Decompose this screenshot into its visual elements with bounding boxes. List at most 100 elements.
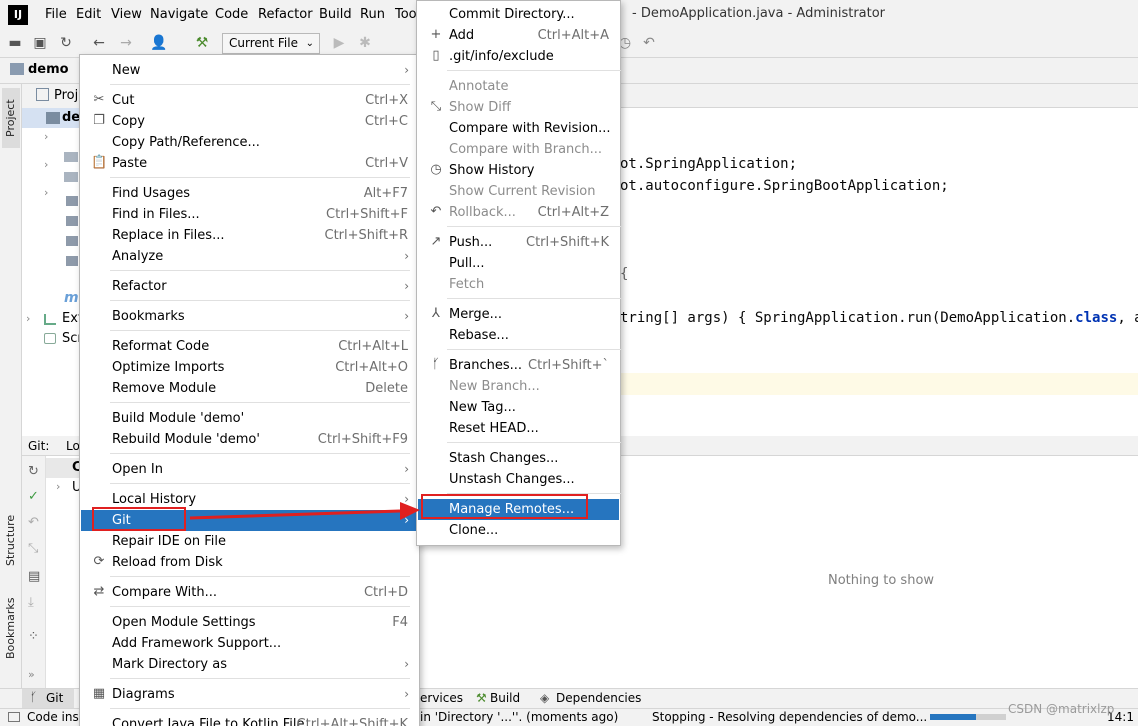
menu-item-copy[interactable]: ❐ Copy Ctrl+C xyxy=(81,111,418,132)
menu-item-new[interactable]: New › xyxy=(81,60,418,81)
menu-item-new-branch[interactable]: New Branch... xyxy=(418,376,619,397)
menu-item-reset-head[interactable]: Reset HEAD... xyxy=(418,418,619,439)
menu-run[interactable]: Run xyxy=(359,0,386,30)
menu-item-repair-ide-on-file[interactable]: Repair IDE on File xyxy=(81,531,418,552)
menu-item-compare-with-branch[interactable]: Compare with Branch... xyxy=(418,139,619,160)
user-icon[interactable]: 👤 xyxy=(150,34,168,52)
menu-item-commit-directory[interactable]: Commit Directory... xyxy=(418,4,619,25)
git-log-tab[interactable]: Lo xyxy=(66,437,80,455)
menu-code[interactable]: Code xyxy=(214,0,249,30)
open-folder-icon[interactable]: ▬ xyxy=(6,34,24,52)
menu-item-reformat-code[interactable]: Reformat Code Ctrl+Alt+L xyxy=(81,336,418,357)
menu-item-show-current-revision[interactable]: Show Current Revision xyxy=(418,181,619,202)
breadcrumb-project[interactable]: demo xyxy=(28,60,69,80)
menu-item-rebase[interactable]: Rebase... xyxy=(418,325,619,346)
run-config-select[interactable]: Current File ⌄ xyxy=(222,33,320,54)
menu-item-branches[interactable]: ᚶ Branches... Ctrl+Shift+` xyxy=(418,355,619,376)
revert-icon[interactable]: ↶ xyxy=(640,34,658,52)
menu-item-cut[interactable]: ✂ Cut Ctrl+X xyxy=(81,90,418,111)
menu-view[interactable]: View xyxy=(110,0,143,30)
menu-item-diagrams[interactable]: ▦ Diagrams › xyxy=(81,684,418,705)
services-bottom-tab[interactable]: ervices xyxy=(420,689,463,708)
menu-item-show-diff[interactable]: ⤡ Show Diff xyxy=(418,97,619,118)
menu-item-reload-from-disk[interactable]: ⟳ Reload from Disk xyxy=(81,552,418,573)
menu-item-optimize-imports[interactable]: Optimize Imports Ctrl+Alt+O xyxy=(81,357,418,378)
menu-item-compare-with[interactable]: ⇄ Compare With... Ctrl+D xyxy=(81,582,418,603)
menu-item-paste[interactable]: 📋 Paste Ctrl+V xyxy=(81,153,418,174)
menu-separator xyxy=(110,483,410,484)
menu-item-build-module-demo[interactable]: Build Module 'demo' xyxy=(81,408,418,429)
menu-item-compare-with-revision[interactable]: Compare with Revision... xyxy=(418,118,619,139)
debug-icon[interactable]: ✱ xyxy=(356,34,374,52)
menu-item-add[interactable]: + Add Ctrl+Alt+A xyxy=(418,25,619,46)
menu-item-annotate[interactable]: Annotate xyxy=(418,76,619,97)
menu-item-push[interactable]: ↗ Push... Ctrl+Shift+K xyxy=(418,232,619,253)
menu-item-replace-in-files[interactable]: Replace in Files... Ctrl+Shift+R xyxy=(81,225,418,246)
log-icon[interactable]: ▤ xyxy=(28,569,40,584)
menu-separator xyxy=(110,84,410,85)
menu-separator xyxy=(110,330,410,331)
hammer-icon[interactable]: ⚒ xyxy=(193,34,211,52)
menu-edit[interactable]: Edit xyxy=(75,0,102,30)
menu-item-show-history[interactable]: ◷ Show History xyxy=(418,160,619,181)
menu-item-remove-module[interactable]: Remove Module Delete xyxy=(81,378,418,399)
diff-icon[interactable]: ⤡ xyxy=(28,541,38,556)
structure-tool-tab[interactable]: Structure xyxy=(2,505,20,575)
menu-item-mark-directory-as[interactable]: Mark Directory as › xyxy=(81,654,418,675)
rollback-icon[interactable]: ↶ xyxy=(28,515,39,530)
menu-refactor[interactable]: Refactor xyxy=(257,0,314,30)
menu-item-merge[interactable]: ⅄ Merge... xyxy=(418,304,619,325)
check-icon[interactable]: ✓ xyxy=(28,489,39,504)
bookmarks-tool-tab[interactable]: Bookmarks xyxy=(2,592,20,664)
download-icon[interactable]: ⤓ xyxy=(28,595,34,610)
menu-item-clone[interactable]: Clone... xyxy=(418,520,619,541)
menu-item-add-framework-support[interactable]: Add Framework Support... xyxy=(81,633,418,654)
current-line-highlight xyxy=(620,373,1138,395)
project-pane-title[interactable]: Proj xyxy=(54,86,78,106)
menu-item-unstash-changes[interactable]: Unstash Changes... xyxy=(418,469,619,490)
git-bottom-tab-label: Git xyxy=(46,691,64,705)
back-icon[interactable]: ← xyxy=(90,34,108,52)
sync-icon[interactable]: ↻ xyxy=(57,34,75,52)
menu-item-shortcut: Ctrl+X xyxy=(365,93,408,108)
menu-item-copy-path-reference[interactable]: Copy Path/Reference... xyxy=(81,132,418,153)
file-icon: ▯ xyxy=(432,48,440,63)
menu-item-stash-changes[interactable]: Stash Changes... xyxy=(418,448,619,469)
menu-item-rollback[interactable]: ↶ Rollback... Ctrl+Alt+Z xyxy=(418,202,619,223)
menu-tools[interactable]: Too xyxy=(394,0,418,30)
menu-item-open-in[interactable]: Open In › xyxy=(81,459,418,480)
project-tool-tab[interactable]: Project xyxy=(2,88,20,148)
forward-icon[interactable]: → xyxy=(117,34,135,52)
build-bottom-tab[interactable]: Build xyxy=(490,689,520,708)
menu-item-new-tag[interactable]: New Tag... xyxy=(418,397,619,418)
menu-item-find-usages[interactable]: Find Usages Alt+F7 xyxy=(81,183,418,204)
save-icon[interactable]: ▣ xyxy=(31,34,49,52)
background-task-text[interactable]: Stopping - Resolving dependencies of dem… xyxy=(652,708,927,726)
menu-item-convert-java-file-to-kotlin-file[interactable]: Convert Java File to Kotlin File Ctrl+Alt… xyxy=(81,714,418,726)
menu-item-pull[interactable]: Pull... xyxy=(418,253,619,274)
refresh-icon[interactable]: ↻ xyxy=(28,464,39,479)
chevron-right-icon[interactable]: › xyxy=(26,312,30,325)
menu-item-git-info-exclude[interactable]: ▯ .git/info/exclude xyxy=(418,46,619,67)
status-message[interactable]: in 'Directory '...''. (moments ago) xyxy=(420,708,618,726)
dependencies-bottom-tab[interactable]: Dependencies xyxy=(556,689,641,708)
menu-item-bookmarks[interactable]: Bookmarks › xyxy=(81,306,418,327)
menu-build[interactable]: Build xyxy=(318,0,353,30)
menu-item-rebuild-module-demo[interactable]: Rebuild Module 'demo' Ctrl+Shift+F9 xyxy=(81,429,418,450)
more-icon[interactable]: » xyxy=(28,668,35,681)
menu-file[interactable]: File xyxy=(44,0,68,30)
run-icon[interactable]: ▶ xyxy=(330,34,348,52)
layout-icon[interactable] xyxy=(8,712,20,722)
app-logo: IJ xyxy=(8,5,28,25)
menu-item-refactor[interactable]: Refactor › xyxy=(81,276,418,297)
run-config-label: Current File xyxy=(229,36,298,50)
menu-navigate[interactable]: Navigate xyxy=(149,0,209,30)
chevron-right-icon[interactable]: › xyxy=(56,480,60,493)
menu-item-analyze[interactable]: Analyze › xyxy=(81,246,418,267)
menu-item-find-in-files[interactable]: Find in Files... Ctrl+Shift+F xyxy=(81,204,418,225)
group-icon[interactable]: ⁘ xyxy=(28,629,39,644)
chevron-right-icon[interactable]: › › › xyxy=(44,130,48,200)
rollback-icon: ↶ xyxy=(430,204,442,219)
menu-item-open-module-settings[interactable]: Open Module Settings F4 xyxy=(81,612,418,633)
menu-item-fetch[interactable]: Fetch xyxy=(418,274,619,295)
